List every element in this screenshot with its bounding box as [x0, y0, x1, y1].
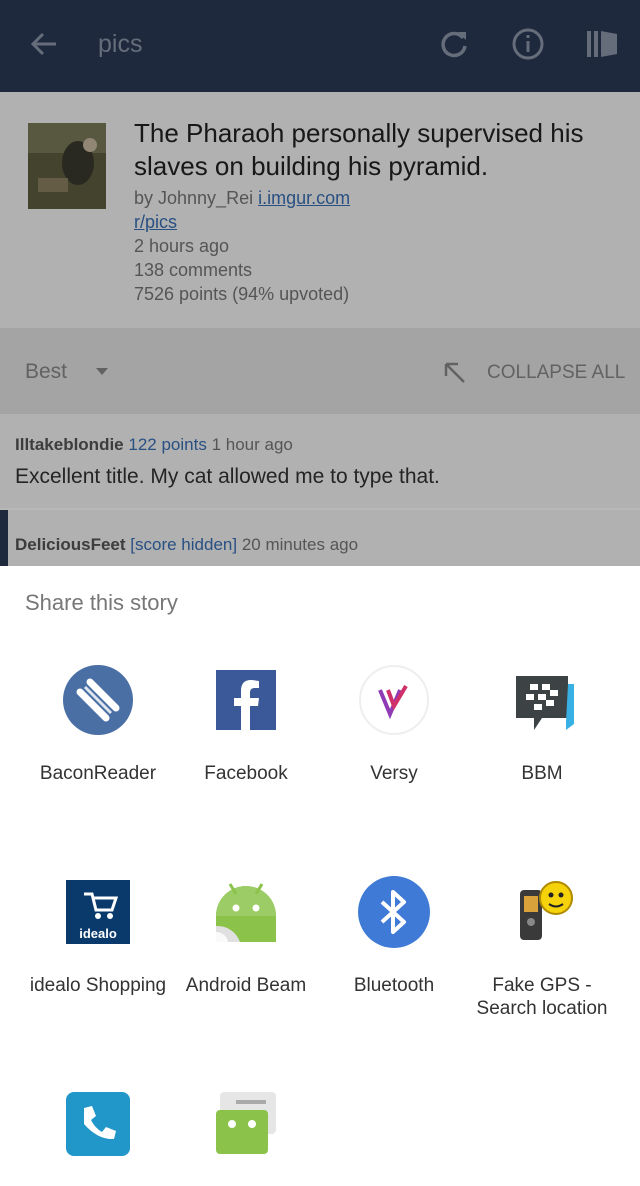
- share-sheet-title: Share this story: [25, 590, 178, 615]
- fake-gps-icon: [520, 881, 573, 940]
- phone-icon: [66, 1092, 130, 1156]
- share-app-phone[interactable]: [24, 1088, 172, 1186]
- bluetooth-icon: [358, 876, 430, 948]
- app-label: Facebook: [204, 763, 288, 784]
- share-app-facebook[interactable]: Facebook: [172, 664, 320, 785]
- app-label: BBM: [521, 763, 563, 784]
- idealo-icon: idealo: [66, 880, 130, 944]
- baconreader-icon: [63, 665, 133, 735]
- share-app-bbm[interactable]: BBM: [468, 664, 616, 785]
- share-app-versy[interactable]: Versy: [320, 664, 468, 785]
- dim-overlay[interactable]: [0, 0, 640, 566]
- share-app-baconreader[interactable]: BaconReader: [24, 664, 172, 785]
- app-label: Android Beam: [185, 975, 307, 996]
- idealo-logo-text: idealo: [79, 926, 117, 941]
- bbm-icon: [516, 676, 574, 730]
- share-app-android-beam[interactable]: Android Beam: [172, 876, 320, 997]
- share-app-fake-gps[interactable]: Fake GPS - Search location: [468, 876, 616, 1020]
- messaging-icon: [216, 1092, 276, 1154]
- app-label: Fake GPS - Search location: [476, 975, 608, 1019]
- share-app-bluetooth[interactable]: Bluetooth: [320, 876, 468, 997]
- share-sheet: [0, 566, 640, 1138]
- facebook-icon: [216, 670, 276, 730]
- share-app-messaging[interactable]: [172, 1088, 320, 1186]
- android-beam-icon: [216, 883, 276, 942]
- app-label: Bluetooth: [353, 975, 435, 996]
- versy-icon: [359, 665, 429, 735]
- app-label: Versy: [370, 763, 418, 784]
- app-label: BaconReader: [39, 763, 157, 784]
- share-app-idealo[interactable]: idealo idealo Shopping: [24, 876, 172, 997]
- app-label: idealo Shopping: [29, 975, 167, 996]
